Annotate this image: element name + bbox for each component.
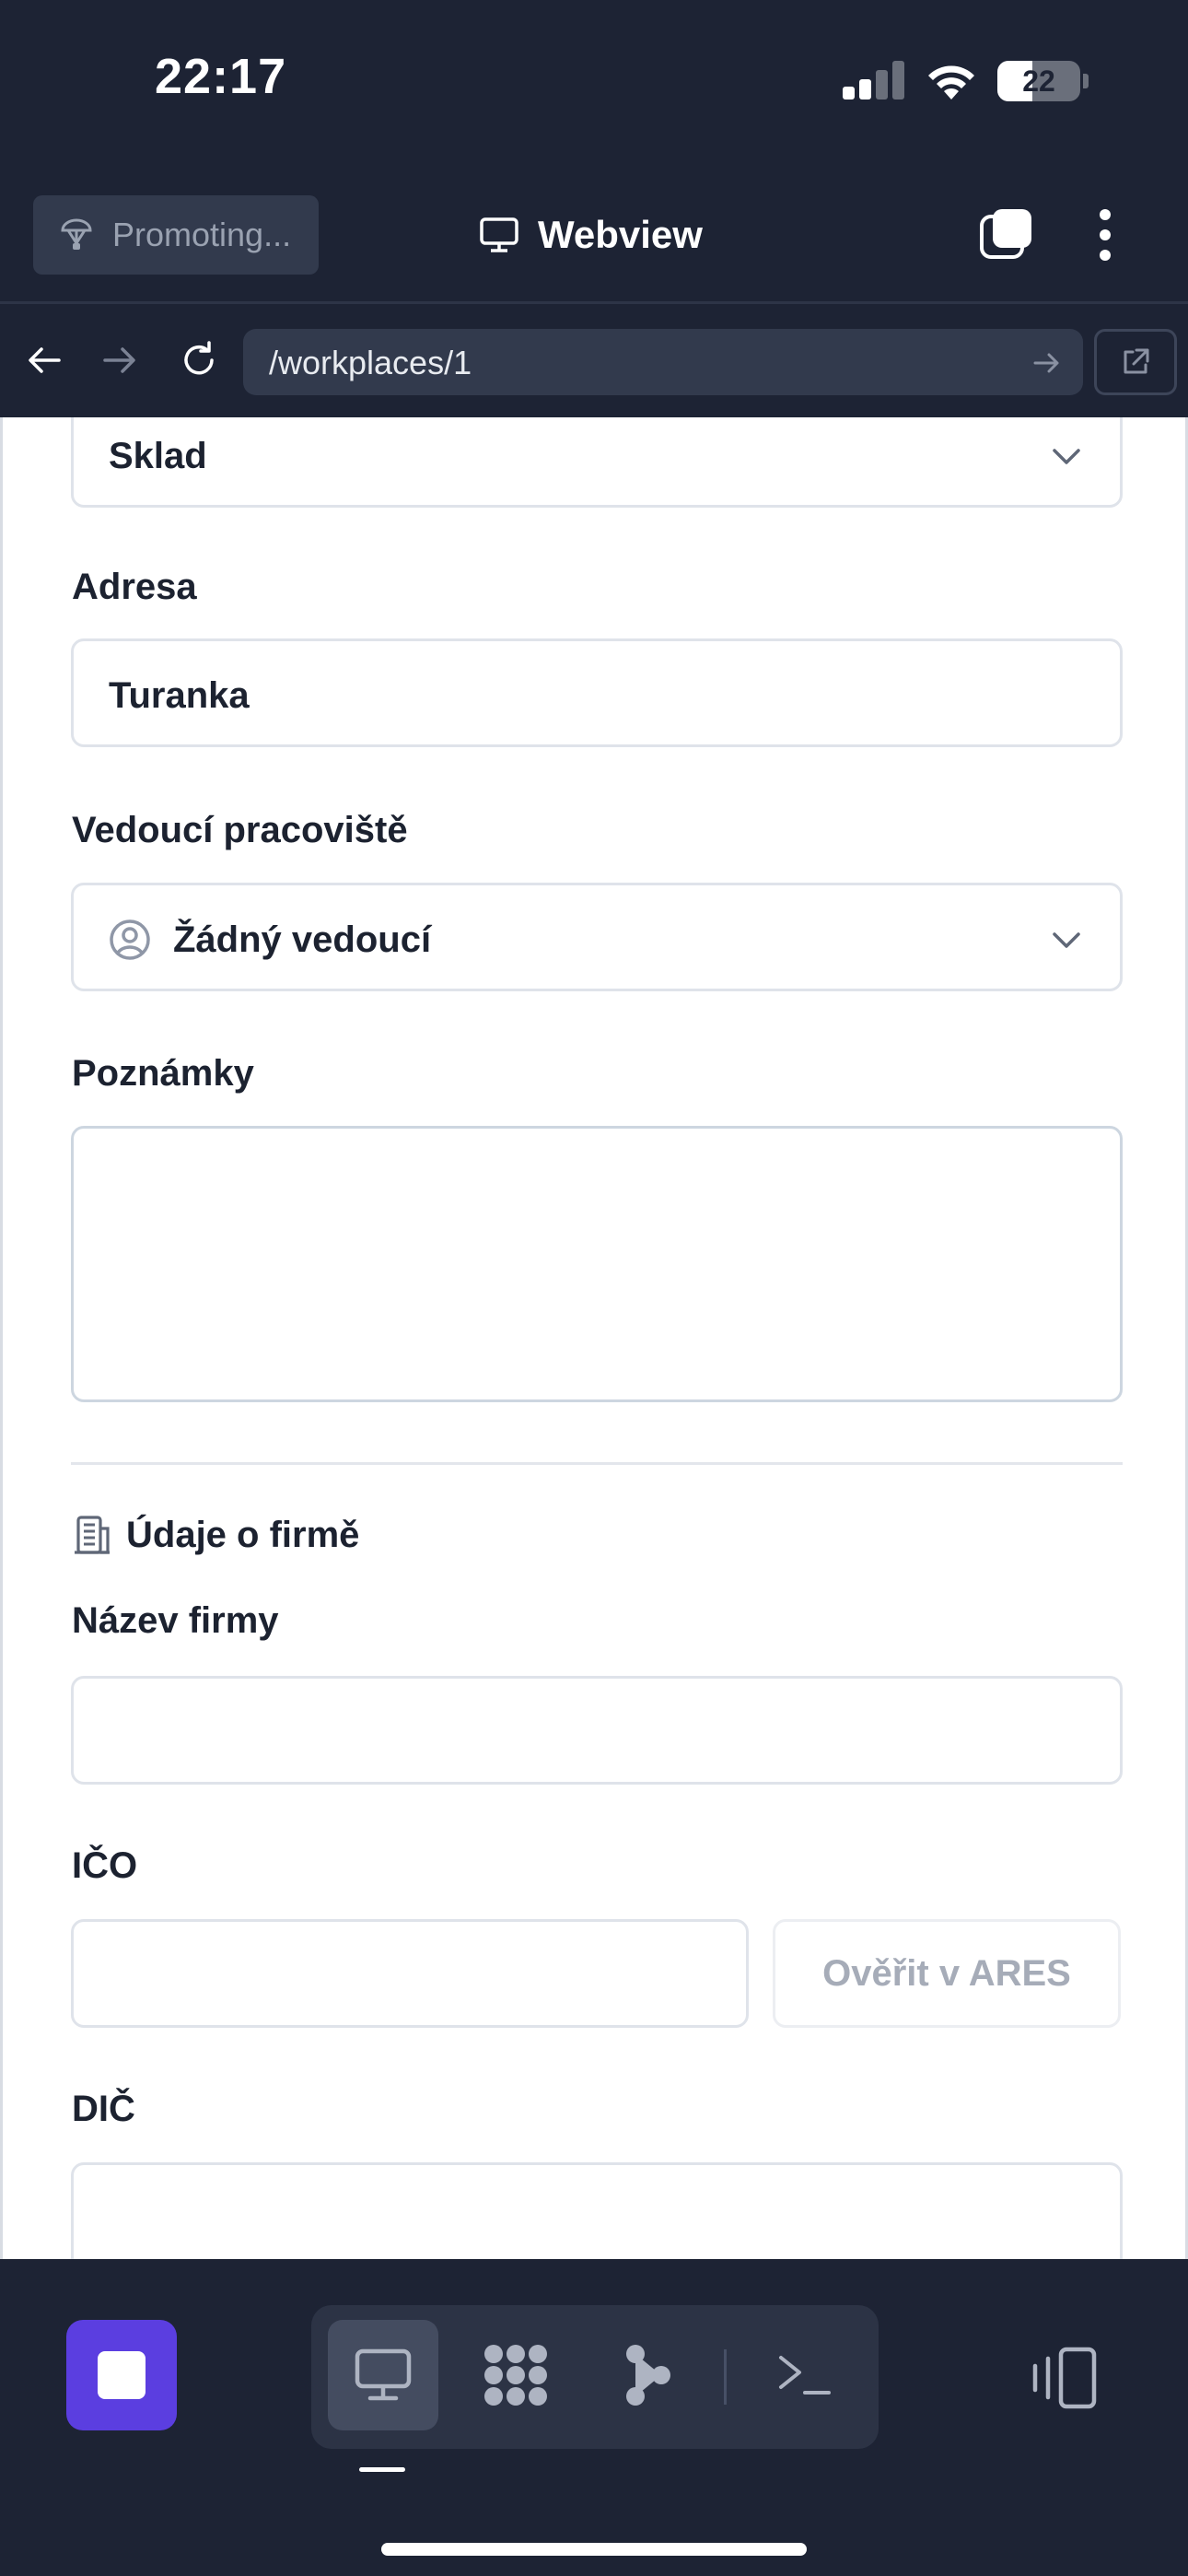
url-text: /workplaces/1 [269, 344, 472, 381]
url-input[interactable]: /workplaces/1 [243, 329, 1083, 395]
bottom-toolbar [0, 2259, 1188, 2576]
webview-label: Webview [538, 213, 703, 256]
type-select[interactable]: Sklad [71, 417, 1123, 508]
wifi-icon [928, 65, 974, 100]
webview-content: Sklad Adresa Turanka Vedoucí pracoviště … [0, 417, 1188, 2259]
company-section-header: Údaje o firmě [71, 1514, 359, 1556]
address-label: Adresa [72, 567, 197, 607]
forward-button[interactable] [92, 333, 147, 388]
chevron-down-icon [1053, 932, 1080, 948]
company-name-input[interactable] [71, 1676, 1123, 1785]
status-bar: 22:17 22 [0, 0, 1188, 166]
dic-input[interactable] [71, 2162, 1123, 2259]
manager-value: Žádný vedoucí [173, 919, 432, 960]
address-value: Turanka [109, 675, 250, 716]
home-indicator [381, 2543, 807, 2556]
promoting-label: Promoting... [112, 216, 292, 253]
arrow-right-icon[interactable] [1031, 347, 1063, 379]
tabs-icon[interactable] [978, 207, 1033, 263]
view-switcher [311, 2305, 879, 2449]
view-switcher-divider [724, 2349, 727, 2405]
arrow-right-icon [103, 347, 135, 373]
monitor-icon [480, 217, 518, 252]
promoting-button[interactable]: Promoting... [33, 195, 319, 275]
reload-button[interactable] [171, 333, 227, 388]
battery-nub [1083, 74, 1089, 88]
monitor-icon [355, 2348, 412, 2401]
ico-input[interactable] [71, 1919, 749, 2028]
browser-toolbar: /workplaces/1 [0, 307, 1188, 417]
grid-tab[interactable] [460, 2320, 571, 2430]
webview-title: Webview [479, 205, 703, 265]
battery-level: 22 [1022, 64, 1055, 98]
more-vertical-icon[interactable] [1091, 207, 1119, 263]
stop-button[interactable] [66, 2320, 177, 2430]
notes-textarea[interactable] [71, 1126, 1123, 1402]
arrow-left-icon [29, 347, 61, 373]
share-tab[interactable] [593, 2320, 704, 2430]
manager-label: Vedoucí pracoviště [72, 810, 408, 850]
address-input[interactable]: Turanka [71, 638, 1123, 747]
stop-icon [98, 2351, 146, 2399]
status-time: 22:17 [155, 49, 287, 104]
rotate-device-icon[interactable] [1030, 2346, 1100, 2410]
paragliding-icon [61, 218, 92, 250]
webview-tab[interactable] [328, 2320, 438, 2430]
building-icon [75, 1516, 110, 1554]
notes-label: Poznámky [72, 1053, 254, 1094]
terminal-icon [779, 2356, 831, 2395]
manager-select[interactable]: Žádný vedoucí [71, 883, 1123, 991]
type-select-value: Sklad [109, 436, 207, 476]
battery-icon: 22 [997, 61, 1080, 101]
open-external-button[interactable] [1094, 329, 1177, 395]
ico-label: IČO [72, 1845, 138, 1886]
dic-label: DIČ [72, 2089, 135, 2129]
chevron-down-icon [1053, 449, 1080, 464]
grid-icon [484, 2345, 547, 2406]
reload-icon [184, 341, 214, 375]
active-tab-indicator [359, 2467, 405, 2472]
app-header: Promoting... Webview [0, 166, 1188, 304]
company-section-title: Údaje o firmě [126, 1514, 360, 1555]
verify-ares-button[interactable]: Ověřit v ARES [773, 1919, 1121, 2028]
terminal-tab[interactable] [750, 2320, 860, 2430]
external-link-icon [1124, 348, 1149, 374]
back-button[interactable] [17, 333, 72, 388]
signal-icon [843, 61, 905, 100]
section-divider [71, 1462, 1123, 1465]
share-node-icon [626, 2345, 670, 2406]
user-circle-icon [110, 919, 150, 960]
company-name-label: Název firmy [72, 1600, 279, 1641]
